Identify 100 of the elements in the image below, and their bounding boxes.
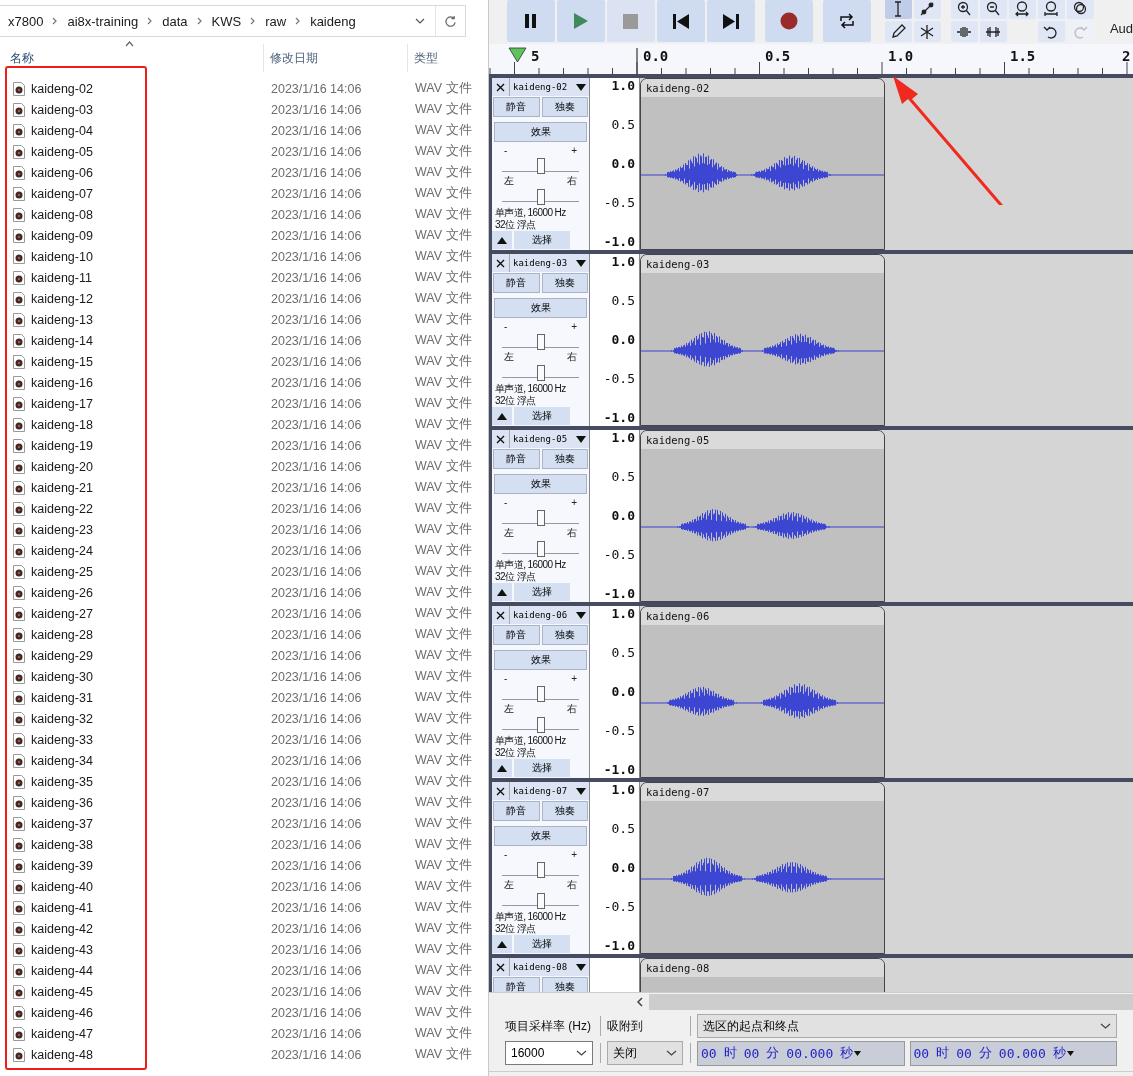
mute-button[interactable]: 静音 (493, 801, 540, 821)
mute-button[interactable]: 静音 (493, 97, 540, 117)
pan-slider[interactable] (502, 188, 579, 202)
file-name[interactable]: kaideng-48 (31, 1047, 271, 1062)
file-name[interactable]: kaideng-46 (31, 1005, 271, 1020)
pan-slider[interactable] (502, 892, 579, 906)
file-name[interactable]: kaideng-13 (31, 312, 271, 327)
audio-clip[interactable]: kaideng-06 (640, 606, 885, 778)
select-button[interactable]: 选择 (514, 583, 570, 601)
slider-thumb[interactable] (536, 188, 545, 205)
file-name[interactable]: kaideng-47 (31, 1026, 271, 1041)
audio-setup-button[interactable]: Aud (1109, 21, 1133, 36)
file-name[interactable]: kaideng-41 (31, 900, 271, 915)
solo-button[interactable]: 独奏 (541, 449, 588, 469)
file-name[interactable]: kaideng-35 (31, 774, 271, 789)
breadcrumb-item[interactable]: x7800 (0, 13, 52, 29)
file-name[interactable]: kaideng-34 (31, 753, 271, 768)
zoom-in-button[interactable] (950, 0, 978, 19)
file-name[interactable]: kaideng-04 (31, 123, 271, 138)
select-button[interactable]: 选择 (514, 935, 570, 953)
file-name[interactable]: kaideng-11 (31, 270, 271, 285)
skip-end-button[interactable] (706, 0, 755, 42)
select-button[interactable]: 选择 (514, 759, 570, 777)
breadcrumb-item[interactable]: raw (257, 13, 295, 29)
mute-button[interactable]: 静音 (493, 977, 540, 992)
breadcrumb-item[interactable]: KWS (203, 13, 250, 29)
scroll-left-icon[interactable] (635, 997, 645, 1007)
audio-clip[interactable]: kaideng-07 (640, 782, 885, 954)
solo-button[interactable]: 独奏 (541, 977, 588, 992)
file-name[interactable]: kaideng-23 (31, 522, 271, 537)
pan-slider[interactable] (502, 716, 579, 730)
file-name[interactable]: kaideng-18 (31, 417, 271, 432)
track-name-menu[interactable]: kaideng-05 (510, 430, 589, 448)
selection-mode-dropdown[interactable]: 选区的起点和终点 (697, 1014, 1117, 1038)
file-name[interactable]: kaideng-30 (31, 669, 271, 684)
file-name[interactable]: kaideng-06 (31, 165, 271, 180)
play-head-icon[interactable] (508, 47, 527, 63)
slider-thumb[interactable] (536, 510, 545, 527)
zoom-out-button[interactable] (979, 0, 1007, 19)
file-name[interactable]: kaideng-02 (31, 81, 271, 96)
file-name[interactable]: kaideng-14 (31, 333, 271, 348)
file-name[interactable]: kaideng-45 (31, 984, 271, 999)
close-button[interactable] (492, 958, 510, 976)
gain-slider[interactable] (502, 510, 579, 524)
gain-slider[interactable] (502, 158, 579, 172)
pan-slider[interactable] (502, 540, 579, 554)
effects-button[interactable]: 效果 (494, 122, 587, 142)
file-name[interactable]: kaideng-12 (31, 291, 271, 306)
file-name[interactable]: kaideng-09 (31, 228, 271, 243)
solo-button[interactable]: 独奏 (541, 801, 588, 821)
fit-project-button[interactable] (1037, 0, 1065, 19)
close-button[interactable] (492, 430, 510, 448)
envelope-tool-button[interactable] (913, 0, 941, 19)
time-field[interactable]: 00 时 00 分 00.000 秒 (909, 1040, 1117, 1066)
file-name[interactable]: kaideng-20 (31, 459, 271, 474)
file-name[interactable]: kaideng-16 (31, 375, 271, 390)
file-name[interactable]: kaideng-03 (31, 102, 271, 117)
file-name[interactable]: kaideng-07 (31, 186, 271, 201)
solo-button[interactable]: 独奏 (541, 273, 588, 293)
solo-button[interactable]: 独奏 (541, 97, 588, 117)
file-name[interactable]: kaideng-28 (31, 627, 271, 642)
file-name[interactable]: kaideng-22 (31, 501, 271, 516)
audio-clip[interactable]: kaideng-03 (640, 254, 885, 426)
mute-button[interactable]: 静音 (493, 625, 540, 645)
close-button[interactable] (492, 782, 510, 800)
collapse-button[interactable] (492, 935, 512, 953)
file-name[interactable]: kaideng-21 (31, 480, 271, 495)
track-name-menu[interactable]: kaideng-02 (510, 78, 589, 96)
trim-button[interactable] (950, 21, 978, 42)
breadcrumb-item[interactable]: kaideng (302, 13, 364, 29)
slider-thumb[interactable] (536, 686, 545, 703)
silence-button[interactable] (979, 21, 1007, 42)
breadcrumb-item[interactable]: data (154, 13, 196, 29)
file-name[interactable]: kaideng-33 (31, 732, 271, 747)
multi-tool-button[interactable] (913, 21, 941, 42)
gain-slider[interactable] (502, 686, 579, 700)
scrollbar-thumb[interactable] (649, 994, 1133, 1010)
close-button[interactable] (492, 78, 510, 96)
gain-slider[interactable] (502, 334, 579, 348)
slider-thumb[interactable] (536, 334, 545, 351)
snap-dropdown[interactable]: 关闭 (607, 1041, 683, 1065)
slider-thumb[interactable] (536, 158, 545, 175)
mute-button[interactable]: 静音 (493, 449, 540, 469)
column-header[interactable]: 类型 (408, 44, 488, 72)
file-name[interactable]: kaideng-24 (31, 543, 271, 558)
file-name[interactable]: kaideng-27 (31, 606, 271, 621)
effects-button[interactable]: 效果 (494, 298, 587, 318)
effects-button[interactable]: 效果 (494, 650, 587, 670)
track-name-menu[interactable]: kaideng-08 (510, 958, 589, 976)
time-field[interactable]: 00 时 00 分 00.000 秒 (697, 1040, 905, 1066)
pan-slider[interactable] (502, 364, 579, 378)
loop-button[interactable] (822, 0, 871, 42)
file-name[interactable]: kaideng-43 (31, 942, 271, 957)
track-name-menu[interactable]: kaideng-07 (510, 782, 589, 800)
zoom-toggle-button[interactable] (1066, 0, 1094, 19)
file-name[interactable]: kaideng-39 (31, 858, 271, 873)
file-name[interactable]: kaideng-10 (31, 249, 271, 264)
file-name[interactable]: kaideng-05 (31, 144, 271, 159)
file-name[interactable]: kaideng-08 (31, 207, 271, 222)
timeline-ruler[interactable]: 5 0.0 0.5 1.0 1.5 2. (489, 44, 1133, 78)
